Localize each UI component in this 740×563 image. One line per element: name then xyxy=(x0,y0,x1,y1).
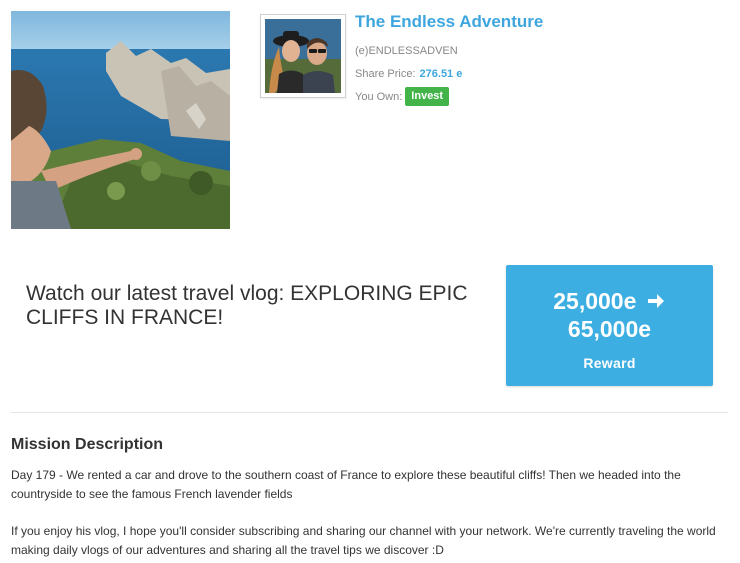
mission-title: Watch our latest travel vlog: EXPLORING … xyxy=(26,282,468,329)
share-price-row: Share Price: 276.51 e xyxy=(355,67,543,81)
mission-photo xyxy=(11,11,230,229)
profile-info: The Endless Adventure (e)ENDLESSADVEN Sh… xyxy=(355,12,543,106)
profile-handle: (e)ENDLESSADVEN xyxy=(355,45,458,57)
mission-description-paragraph: Day 179 - We rented a car and drove to t… xyxy=(11,468,681,501)
arrow-right-icon xyxy=(647,294,664,308)
you-own-row: You Own: Invest xyxy=(355,87,543,106)
section-divider xyxy=(11,412,728,413)
share-price-value: 276.51 e xyxy=(419,68,463,80)
invest-button[interactable]: Invest xyxy=(405,87,450,106)
profile-avatar[interactable] xyxy=(260,14,346,98)
reward-from-line: 25,000e xyxy=(506,287,713,315)
you-own-label: You Own: xyxy=(355,90,403,103)
reward-to-amount: 65,000e xyxy=(567,316,652,342)
share-price-label: Share Price: xyxy=(355,68,416,80)
profile-name-link[interactable]: The Endless Adventure xyxy=(355,12,543,32)
reward-amounts: 25,000e 65,000e xyxy=(506,287,713,343)
mission-description-heading: Mission Description xyxy=(11,436,164,453)
reward-from-amount: 25,000e xyxy=(553,288,637,314)
reward-label: Reward xyxy=(583,355,636,371)
mission-description-paragraph: If you enjoy his vlog, I hope you'll con… xyxy=(11,524,716,557)
reward-box[interactable]: 25,000e 65,000e Reward xyxy=(506,265,713,386)
